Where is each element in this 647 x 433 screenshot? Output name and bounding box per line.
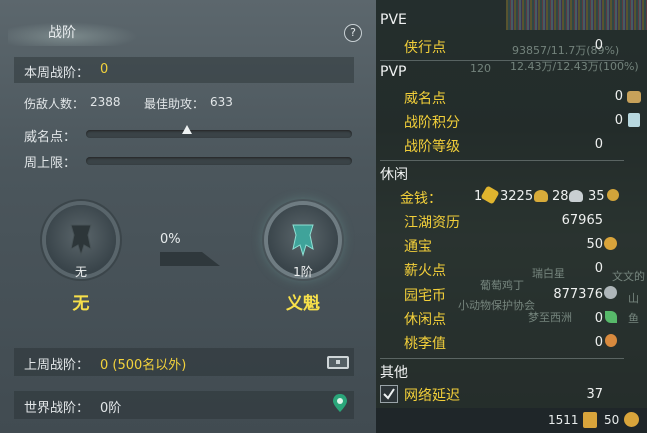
section-leisure: 休闲: [380, 167, 408, 183]
other-item-value: 37: [586, 387, 603, 402]
bg-hp-text: 93857/11.7万(89%): [512, 44, 620, 57]
world-rank-value: 0阶: [100, 401, 122, 416]
network-latency-checkbox[interactable]: [380, 385, 398, 403]
leisure-item-value: 877376: [553, 287, 603, 302]
prestige-marker: [182, 125, 193, 134]
pvp-item-value: 0: [614, 113, 623, 128]
leaf-icon: [605, 311, 617, 323]
coin-icon: [604, 237, 617, 250]
coin-icon: [624, 412, 639, 427]
pvp-item-label: 战阶积分: [404, 115, 460, 131]
leisure-item-value: 0: [594, 261, 603, 276]
bg-guild-name: 小动物保护协会: [458, 299, 535, 312]
leisure-item-label: 通宝: [404, 239, 432, 255]
medal-icon: [627, 91, 641, 103]
pvp-item-value: 0: [594, 137, 603, 152]
help-icon[interactable]: ?: [344, 24, 362, 42]
last-week-value: 0 (500名以外): [100, 358, 187, 373]
pvp-item-value: 0: [614, 89, 623, 104]
silver-ingot-icon: [569, 190, 583, 202]
weekly-rank-value: 0: [100, 62, 109, 77]
gold-ingot-icon: [534, 190, 548, 202]
leisure-item-label: 休闲点: [404, 312, 446, 328]
bg-player-name: 山: [628, 292, 639, 305]
pennant-icon: [583, 412, 597, 428]
panel-title: 战阶: [48, 25, 76, 41]
g-icon: [604, 286, 617, 299]
weekly-cap-progress-bar: [86, 157, 352, 165]
bg-player-name: 文文的: [612, 270, 645, 283]
rank-progress-percent: 0%: [160, 232, 181, 247]
crystal-icon: [628, 113, 640, 127]
section-pvp: PVP: [380, 64, 407, 80]
pvp-item-label: 威名点: [404, 91, 446, 107]
leisure-item-value: 0: [594, 335, 603, 350]
divider: [380, 60, 624, 61]
current-rank-sub: 无: [74, 265, 87, 279]
bottom-left-value: 1511: [548, 413, 579, 427]
currency-panel: 93857/11.7万(89%) 12.43万/12.43万(100%) 120…: [376, 0, 647, 433]
bg-player-name: 鱼: [628, 312, 639, 325]
weekly-rank-label: 本周战阶：: [24, 66, 90, 81]
next-rank-sub: 1阶: [293, 265, 313, 279]
pve-item-value: 0: [594, 38, 603, 53]
weekly-cap-label: 周上限：: [24, 156, 77, 171]
leisure-item-value: 50: [586, 237, 603, 252]
damage-value: 2388: [90, 95, 121, 109]
peach-icon: [605, 334, 617, 347]
assist-label: 最佳助攻：: [144, 97, 205, 111]
chest-icon[interactable]: [326, 352, 350, 370]
assist-value: 633: [210, 95, 233, 109]
rank-panel: 战阶 ? 本周战阶： 0 伤敌人数： 2388 最佳助攻： 633 威名点： 周…: [0, 0, 376, 433]
panel-header: 战阶 ?: [0, 16, 376, 46]
divider: [380, 358, 624, 359]
money-copper-value: 35: [588, 189, 605, 204]
damage-label: 伤敌人数：: [24, 97, 85, 111]
money-silver-value: 28: [552, 189, 569, 204]
prestige-progress-bar: [86, 125, 352, 138]
bg-player-name: 瑞白星: [532, 267, 565, 280]
divider: [380, 160, 624, 161]
other-item-label: 网络延迟: [404, 388, 460, 404]
section-pve: PVE: [380, 12, 407, 28]
pve-item-label: 侠行点: [404, 40, 446, 56]
location-pin-icon[interactable]: [332, 393, 348, 413]
money-label: 金钱：: [400, 191, 442, 207]
leisure-item-label: 桃李值: [404, 336, 446, 352]
leisure-item-label: 薪火点: [404, 263, 446, 279]
leisure-item-value: 0: [594, 311, 603, 326]
arrow-right-icon: [160, 252, 220, 266]
last-week-label: 上周战阶：: [24, 358, 90, 373]
current-rank-name: 无: [72, 294, 90, 314]
money-gold-value: 3225: [500, 189, 534, 204]
section-other: 其他: [380, 365, 408, 381]
world-rank-label: 世界战阶：: [24, 401, 90, 416]
leisure-item-label: 园宅币: [404, 288, 446, 304]
bottom-bar: 1511 50: [376, 408, 647, 433]
bg-level-text: 120: [470, 62, 491, 75]
leisure-item-label: 江湖资历: [404, 215, 460, 231]
pvp-item-label: 战阶等级: [404, 139, 460, 155]
checkmark-icon: [383, 388, 395, 400]
bg-guild-name: 梦至西洲: [528, 311, 572, 324]
next-rank-name: 义魁: [286, 294, 320, 314]
copper-coin-icon: [607, 189, 619, 201]
prestige-label: 威名点：: [24, 130, 77, 145]
bottom-right-value: 50: [604, 413, 620, 427]
bg-player-name: 葡萄鸡丁: [480, 279, 524, 292]
leisure-item-value: 67965: [561, 213, 603, 228]
